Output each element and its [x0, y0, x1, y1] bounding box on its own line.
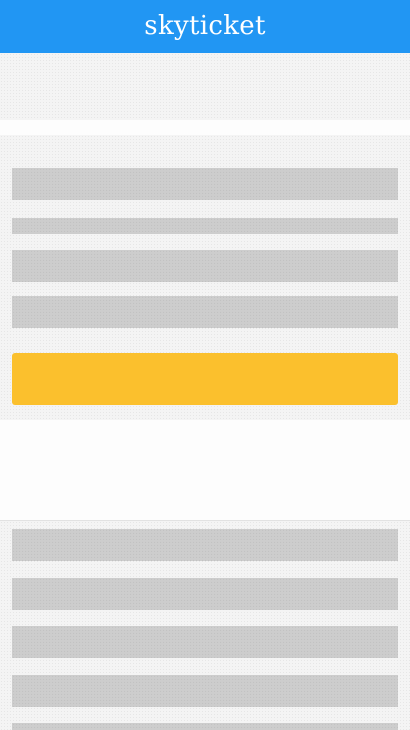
- list-item-placeholder[interactable]: [12, 723, 398, 730]
- form-label-placeholder: [12, 218, 398, 234]
- list-item-placeholder[interactable]: [12, 675, 398, 707]
- list-item-placeholder[interactable]: [12, 529, 398, 561]
- section-divider: [0, 120, 410, 135]
- list-item-placeholder[interactable]: [12, 578, 398, 610]
- form-field-placeholder[interactable]: [12, 296, 398, 328]
- spacer-area: [0, 420, 410, 520]
- form-field-placeholder[interactable]: [12, 250, 398, 282]
- banner-placeholder: [0, 53, 410, 120]
- form-field-placeholder[interactable]: [12, 168, 398, 200]
- list-item-placeholder[interactable]: [12, 626, 398, 658]
- app-title: skyticket: [144, 10, 266, 41]
- app-header: skyticket: [0, 0, 410, 53]
- search-button[interactable]: [12, 353, 398, 405]
